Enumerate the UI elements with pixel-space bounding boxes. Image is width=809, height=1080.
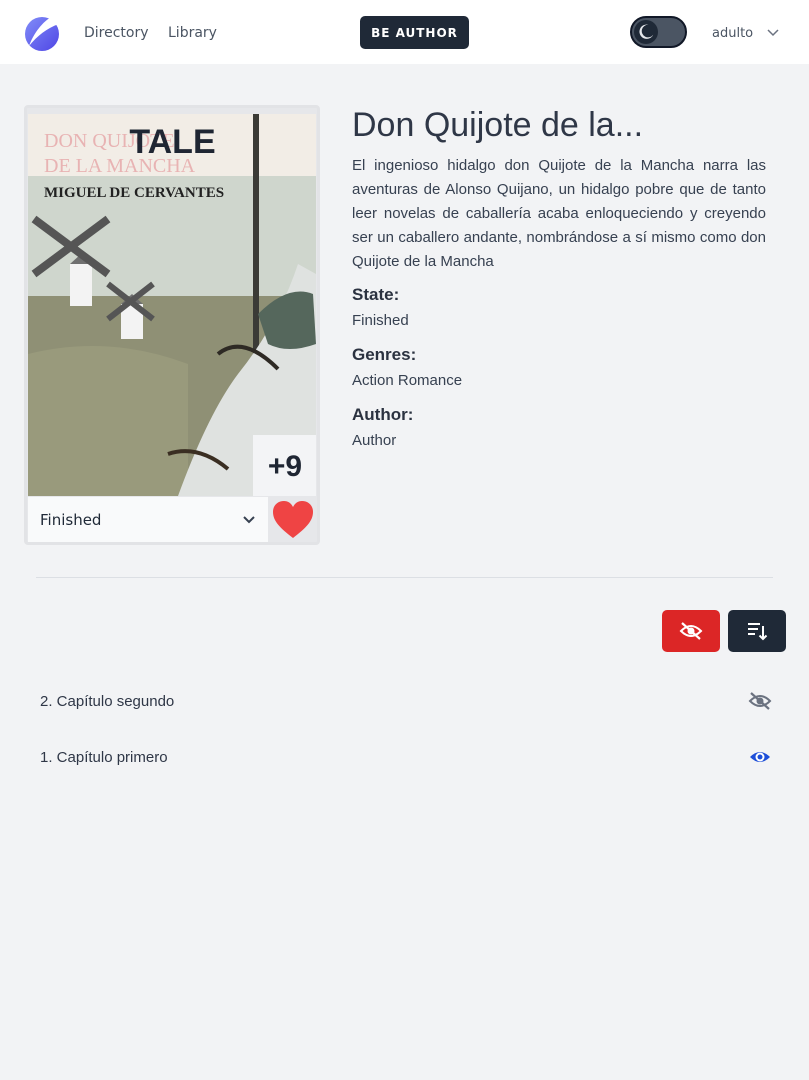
author-label: Author: xyxy=(352,405,414,424)
user-menu[interactable]: adulto xyxy=(712,24,779,42)
book-title: Don Quijote de la... xyxy=(352,106,644,144)
eye-slash-icon[interactable] xyxy=(748,691,772,711)
eye-icon[interactable] xyxy=(748,747,772,767)
genres-value: Action Romance xyxy=(352,372,463,389)
chapter-title[interactable]: 1. Capítulo primero xyxy=(40,749,168,766)
toggle-knob xyxy=(634,20,658,44)
chevron-down-icon xyxy=(243,516,255,524)
book-cover-card: DON QUIJOTE DE LA MANCHA MIGUEL DE CERVA… xyxy=(24,105,320,545)
state-label: State: xyxy=(352,285,400,304)
book-cover-image: DON QUIJOTE DE LA MANCHA MIGUEL DE CERVA… xyxy=(28,114,316,496)
genres-label: Genres: xyxy=(352,345,417,364)
be-author-button[interactable]: BE AUTHOR xyxy=(360,16,469,49)
cover-author-text: MIGUEL DE CERVANTES xyxy=(44,185,224,201)
chapter-count-badge: +9 xyxy=(253,435,316,496)
sort-chapters-button[interactable] xyxy=(728,610,786,652)
user-name: adulto xyxy=(712,25,754,41)
nav-directory-link[interactable]: Directory xyxy=(84,25,149,41)
section-divider xyxy=(36,577,773,578)
reading-state-value: Finished xyxy=(40,510,102,529)
chapter-row[interactable]: 2. Capítulo segundo xyxy=(40,686,772,716)
book-type-label: TALE xyxy=(129,123,216,161)
heart-icon[interactable] xyxy=(270,497,316,542)
state-value: Finished xyxy=(352,312,409,329)
chapter-row[interactable]: 1. Capítulo primero xyxy=(40,742,772,772)
moon-logo-icon[interactable] xyxy=(23,14,61,52)
chevron-down-icon xyxy=(767,29,779,37)
book-description: El ingenioso hidalgo don Quijote de la M… xyxy=(352,157,766,270)
reading-state-select[interactable]: Finished xyxy=(28,497,268,542)
nav-library-link[interactable]: Library xyxy=(168,25,217,41)
theme-toggle[interactable] xyxy=(630,16,687,48)
chapter-title[interactable]: 2. Capítulo segundo xyxy=(40,693,174,710)
author-value: Author xyxy=(352,432,397,449)
moon-icon xyxy=(639,24,654,39)
sort-descending-icon xyxy=(748,623,768,641)
eye-slash-icon xyxy=(679,622,703,640)
top-navbar: Directory Library BE AUTHOR adulto xyxy=(0,0,809,64)
hide-read-chapters-button[interactable] xyxy=(662,610,720,652)
